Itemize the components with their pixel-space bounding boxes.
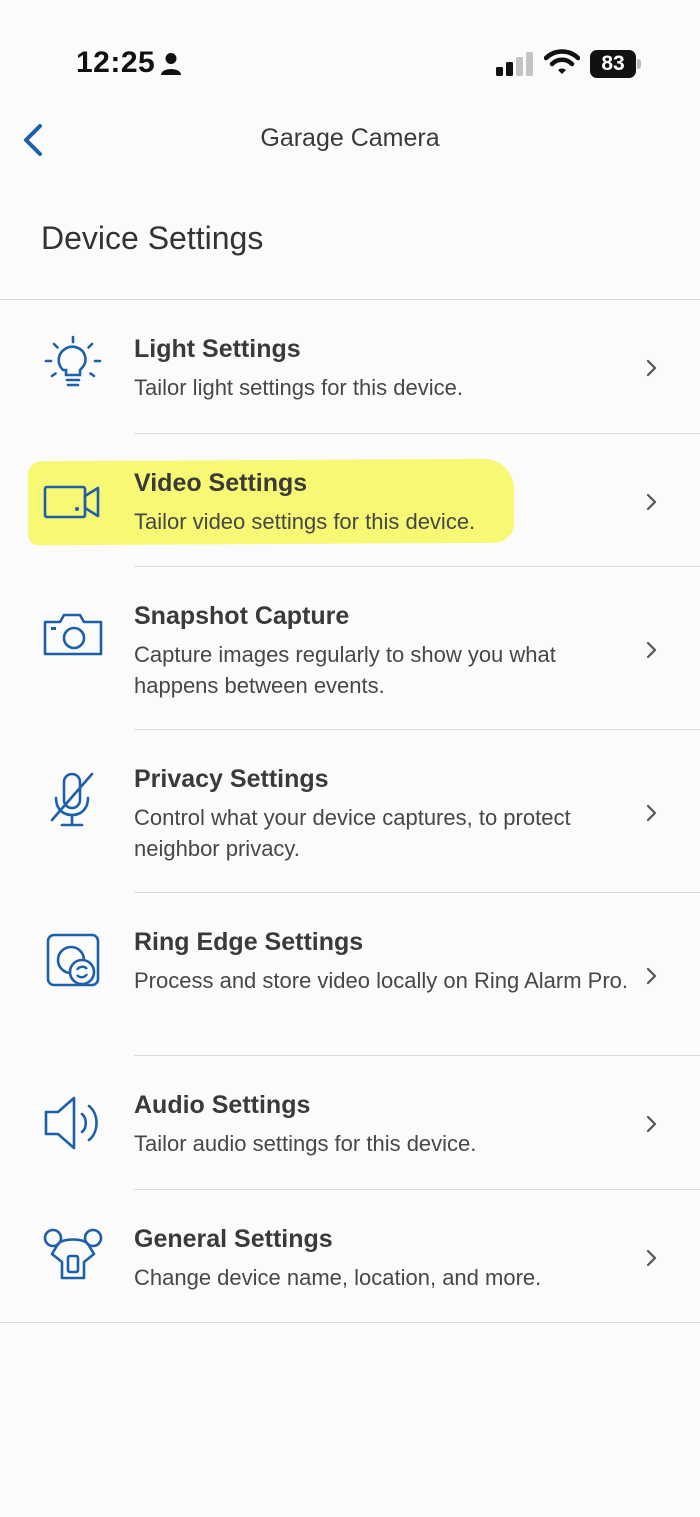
settings-row-description: Tailor video settings for this device. [134, 509, 476, 534]
settings-row-title: Privacy Settings [134, 765, 329, 793]
chevron-right-icon [646, 1115, 657, 1133]
muted-microphone-icon [50, 772, 94, 827]
settings-row-description: Control what your device captures, to pr… [134, 805, 571, 861]
wifi-icon [544, 49, 580, 74]
settings-row-title: Snapshot Capture [134, 602, 350, 630]
device-gear-icon [43, 1228, 103, 1280]
settings-row-description: Tailor light settings for this device. [134, 375, 463, 400]
settings-row-title: Light Settings [134, 335, 301, 363]
chevron-right-icon [646, 967, 657, 985]
video-camera-icon [43, 485, 100, 519]
cellular-signal-icon [496, 52, 533, 76]
settings-row-description: Process and store video locally on Ring … [134, 968, 629, 993]
ring-edge-icon [46, 933, 100, 987]
settings-row-snapshot[interactable]: Snapshot Capture Capture images regularl… [0, 567, 700, 730]
nav-title: Garage Camera [260, 124, 440, 152]
chevron-right-icon [646, 804, 657, 822]
divider [0, 1322, 700, 1323]
settings-row-video[interactable]: Video Settings Tailor video settings for… [0, 434, 700, 567]
settings-row-general[interactable]: General Settings Change device name, loc… [0, 1190, 700, 1322]
speaker-icon [44, 1096, 98, 1150]
page-title: Device Settings [41, 220, 264, 256]
status-time: 12:25 [76, 46, 156, 79]
settings-row-privacy[interactable]: Privacy Settings Control what your devic… [0, 730, 700, 893]
status-bar: 12:25 83 [0, 0, 700, 110]
settings-row-description: Change device name, location, and more. [134, 1265, 542, 1290]
chevron-right-icon [646, 641, 657, 659]
chevron-right-icon [646, 359, 657, 377]
settings-row-title: General Settings [134, 1225, 333, 1253]
settings-row-audio[interactable]: Audio Settings Tailor audio settings for… [0, 1056, 700, 1190]
settings-row-title: Audio Settings [134, 1091, 311, 1119]
person-icon [161, 53, 181, 75]
settings-row-description: Tailor audio settings for this device. [134, 1131, 477, 1156]
lightbulb-icon [44, 335, 102, 387]
settings-row-title: Video Settings [134, 469, 308, 497]
battery-cap [637, 59, 641, 69]
settings-row-title: Ring Edge Settings [134, 928, 364, 956]
settings-row-ring-edge[interactable]: Ring Edge Settings Process and store vid… [0, 893, 700, 1056]
settings-row-light[interactable]: Light Settings Tailor light settings for… [0, 300, 700, 434]
camera-icon [43, 613, 103, 656]
battery-icon: 83 [590, 50, 636, 78]
chevron-right-icon [646, 493, 657, 511]
settings-row-description: Capture images regularly to show you wha… [134, 642, 556, 698]
chevron-right-icon [646, 1249, 657, 1267]
